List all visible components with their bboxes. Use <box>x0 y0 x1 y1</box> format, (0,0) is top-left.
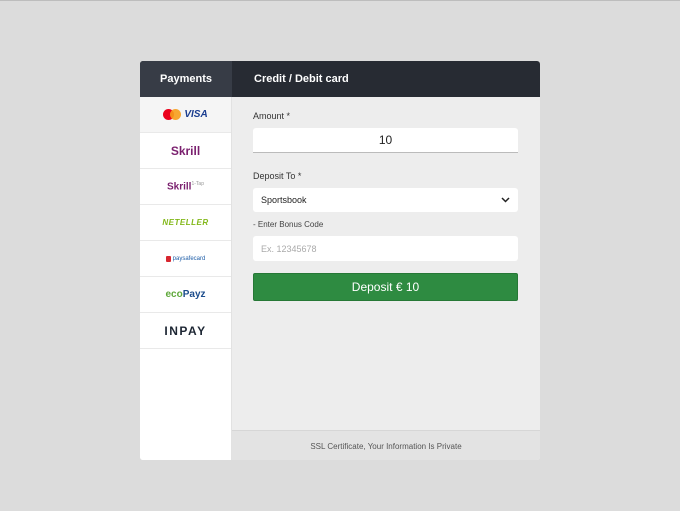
tab-payments[interactable]: Payments <box>140 61 232 97</box>
skrill-logo: Skrill <box>170 143 201 158</box>
deposit-button[interactable]: Deposit € 10 <box>253 273 518 301</box>
chevron-down-icon <box>501 197 510 203</box>
amount-label: Amount * <box>253 111 291 121</box>
bonus-label: - Enter Bonus Code <box>253 220 324 229</box>
method-visa-mastercard[interactable]: VISA <box>140 97 231 133</box>
ssl-footer: SSL Certificate, Your Information Is Pri… <box>232 430 540 460</box>
deposit-to-select[interactable]: Sportsbook <box>253 188 518 212</box>
payment-modal: Payments Credit / Debit card VISA Skrill… <box>140 61 540 460</box>
method-inpay[interactable]: INPAY <box>140 313 231 349</box>
method-neteller[interactable]: NETELLER <box>140 205 231 241</box>
deposit-to-label: Deposit To * <box>253 171 302 181</box>
mastercard-icon <box>163 109 182 120</box>
method-paysafecard[interactable]: paysafecard <box>140 241 231 277</box>
paysafecard-logo: paysafecard <box>165 255 205 262</box>
lock-icon <box>165 255 171 262</box>
skrill-1tap-logo: Skrill1-Tap <box>167 180 204 193</box>
amount-input[interactable]: 10 <box>253 128 518 153</box>
neteller-logo: NETELLER <box>162 218 209 227</box>
ecopayz-logo: ecoPayz <box>165 289 206 300</box>
inpay-logo: INPAY <box>164 323 207 338</box>
page-title: Credit / Debit card <box>254 73 349 85</box>
method-ecopayz[interactable]: ecoPayz <box>140 277 231 313</box>
top-divider <box>0 0 680 1</box>
deposit-form: Amount * 10 Deposit To * Sportsbook - En… <box>232 97 540 460</box>
modal-header: Payments Credit / Debit card <box>140 61 540 97</box>
method-skrill-1tap[interactable]: Skrill1-Tap <box>140 169 231 205</box>
deposit-to-value: Sportsbook <box>261 195 307 205</box>
visa-logo: VISA <box>184 109 208 120</box>
bonus-code-input[interactable]: Ex. 12345678 <box>253 236 518 261</box>
method-skrill[interactable]: Skrill <box>140 133 231 169</box>
payment-methods-sidebar: VISA Skrill Skrill1-Tap NETELLER paysafe… <box>140 97 232 460</box>
